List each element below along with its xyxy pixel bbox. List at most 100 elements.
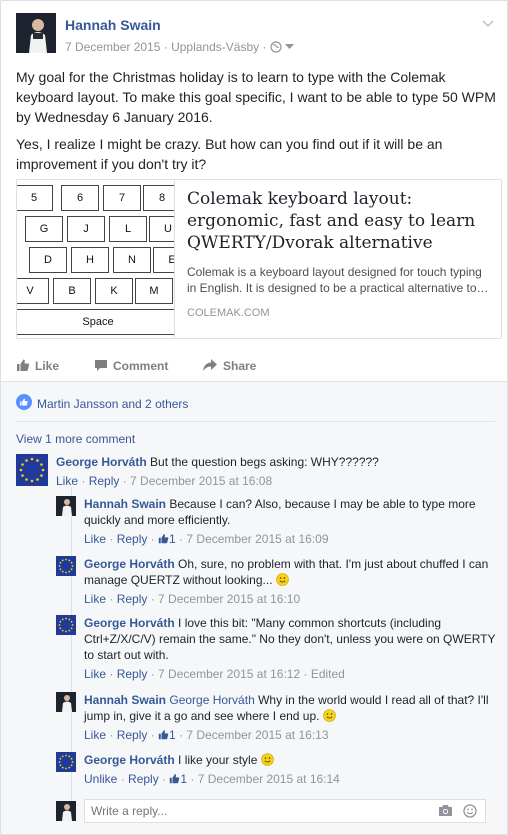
keyboard-key: M (135, 278, 173, 304)
post-card: Hannah Swain 7 December 2015 · Upplands-… (0, 0, 508, 835)
reply-author[interactable]: George Horváth (84, 557, 175, 571)
likes-text[interactable]: Martin Jansson and 2 others (37, 397, 188, 411)
like-button[interactable]: Like (16, 353, 59, 379)
post-actions: Like Comment Share (16, 353, 496, 379)
keyboard-key: B (53, 278, 91, 304)
reply-composer[interactable] (84, 799, 486, 823)
eu-flag-avatar[interactable] (16, 454, 48, 486)
reply-time[interactable]: 7 December 2015 at 16:12 (158, 667, 300, 681)
comment-text: But the question begs asking: WHY?????? (150, 455, 379, 469)
link-domain: COLEMAK.COM (187, 307, 270, 319)
reply-item: George Horváth I like your style Unlike … (56, 752, 496, 788)
keyboard-key: 6 (61, 185, 99, 211)
post-date[interactable]: 7 December 2015 (65, 40, 160, 54)
audience-caret-icon[interactable] (285, 39, 295, 53)
keyboard-key: 5 (17, 185, 53, 211)
keyboard-key: 8 (143, 185, 174, 211)
keyboard-key: N (113, 247, 151, 273)
comment-author[interactable]: George Horváth (56, 455, 147, 469)
reply-like-link[interactable]: Like (84, 728, 106, 742)
globe-icon[interactable] (270, 41, 282, 56)
post-location[interactable]: Upplands-Väsby (171, 40, 259, 54)
keyboard-key: H (71, 247, 109, 273)
reply-time[interactable]: 7 December 2015 at 16:14 (198, 772, 340, 786)
reply-item: Hannah Swain George Horváth Why in the w… (56, 692, 496, 742)
reply-reply-link[interactable]: Reply (117, 728, 148, 742)
likes-summary[interactable]: Martin Jansson and 2 others (16, 394, 188, 413)
reply-time[interactable]: 7 December 2015 at 16:13 (186, 728, 328, 742)
camera-icon[interactable] (438, 804, 453, 823)
keyboard-key: G (25, 216, 63, 242)
eu-flag-avatar[interactable] (56, 615, 76, 635)
keyboard-key: 7 (103, 185, 141, 211)
keyboard-key: J (67, 216, 105, 242)
post-author-name[interactable]: Hannah Swain (65, 17, 161, 33)
post-meta: 7 December 2015 · Upplands-Väsby · (65, 39, 295, 56)
comment-meta: Like · Reply · 7 December 2015 at 16:08 (56, 474, 273, 488)
share-button[interactable]: Share (202, 353, 256, 379)
share-label: Share (223, 359, 257, 373)
keyboard-key: L (109, 216, 147, 242)
author-avatar[interactable] (56, 496, 76, 516)
thumbs-up-icon[interactable] (158, 728, 169, 744)
reply-composer-icons (438, 804, 477, 823)
reply-meta: Like · Reply · 7 December 2015 at 16:10 (84, 592, 301, 606)
comment-time[interactable]: 7 December 2015 at 16:08 (130, 474, 272, 488)
comment-reply-link[interactable]: Reply (89, 474, 120, 488)
reply-item: Hannah Swain Because I can? Also, becaus… (56, 496, 496, 546)
reply-author[interactable]: George Horváth (84, 753, 175, 767)
keyboard-key: V (17, 278, 49, 304)
reply-reply-link[interactable]: Reply (117, 532, 148, 546)
share-arrow-icon (202, 358, 218, 375)
edited-indicator[interactable]: Edited (311, 667, 345, 681)
post-header: Hannah Swain 7 December 2015 · Upplands-… (16, 13, 495, 57)
keyboard-key: D (29, 247, 67, 273)
link-preview[interactable]: 5 6 7 8 G J L U D H N E V B K M Space Co… (16, 179, 502, 339)
thumbs-up-icon[interactable] (158, 532, 169, 548)
eu-flag-avatar[interactable] (56, 752, 76, 772)
reply-reply-link[interactable]: Reply (128, 772, 159, 786)
reply-like-link[interactable]: Like (84, 667, 106, 681)
reply-like-count[interactable]: 1 (169, 532, 176, 546)
comment-like-link[interactable]: Like (56, 474, 78, 488)
reply-time[interactable]: 7 December 2015 at 16:10 (158, 592, 300, 606)
reply-item: George Horváth I love this bit: "Many co… (56, 615, 496, 681)
reply-like-link[interactable]: Like (84, 592, 106, 606)
keyboard-key: K (95, 278, 133, 304)
thumbs-up-icon[interactable] (169, 772, 180, 788)
author-avatar[interactable] (16, 13, 56, 53)
tagged-user-link[interactable]: George Horváth (169, 693, 254, 707)
reply-like-link[interactable]: Like (84, 532, 106, 546)
reply-author[interactable]: George Horváth (84, 616, 175, 630)
reply-author[interactable]: Hannah Swain (84, 693, 166, 707)
comment-item: George Horváth But the question begs ask… (16, 454, 496, 490)
comment-button[interactable]: Comment (94, 353, 168, 379)
post-body: My goal for the Christmas holiday is to … (16, 67, 496, 181)
comment-label: Comment (113, 359, 169, 373)
comment-icon (94, 358, 108, 375)
reply-meta: Like · Reply · 1 · 7 December 2015 at 16… (84, 532, 329, 548)
reply-reply-link[interactable]: Reply (117, 667, 148, 681)
author-avatar[interactable] (56, 692, 76, 712)
like-circle-icon (16, 394, 32, 413)
keyboard-key: U (149, 216, 174, 242)
reply-meta: Like · Reply · 7 December 2015 at 16:12 … (84, 667, 345, 681)
link-description: Colemak is a keyboard layout designed fo… (187, 265, 489, 295)
reply-like-count[interactable]: 1 (180, 772, 187, 786)
reply-like-count[interactable]: 1 (169, 728, 176, 742)
reply-time[interactable]: 7 December 2015 at 16:09 (186, 532, 328, 546)
link-title[interactable]: Colemak keyboard layout: ergonomic, fast… (187, 188, 491, 254)
current-user-avatar[interactable] (56, 801, 76, 821)
link-text-block: Colemak keyboard layout: ergonomic, fast… (187, 188, 491, 319)
reply-input[interactable] (91, 804, 411, 818)
chevron-down-icon[interactable] (481, 17, 495, 31)
eu-flag-avatar[interactable] (56, 556, 76, 576)
reply-unlike-link[interactable]: Unlike (84, 772, 117, 786)
view-more-comments-link[interactable]: View 1 more comment (16, 432, 135, 446)
post-paragraph-2: Yes, I realize I might be crazy. But how… (16, 136, 443, 172)
reply-reply-link[interactable]: Reply (117, 592, 148, 606)
smiley-icon[interactable] (463, 804, 477, 823)
keyboard-spacebar: Space (17, 309, 174, 335)
smiley-emoji-icon (260, 753, 274, 766)
reply-author[interactable]: Hannah Swain (84, 497, 166, 511)
